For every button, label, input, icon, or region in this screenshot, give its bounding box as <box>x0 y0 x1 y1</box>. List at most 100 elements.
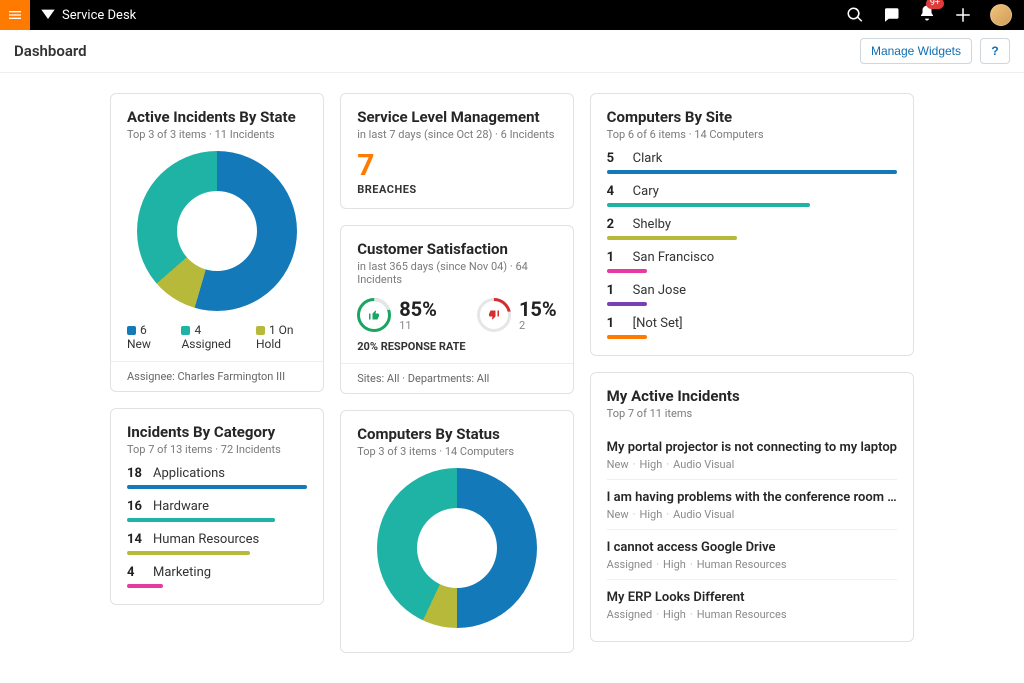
menu-button[interactable] <box>0 0 30 30</box>
card-active-incidents: Active Incidents By State Top 3 of 3 ite… <box>110 93 324 392</box>
incident-title: My portal projector is not connecting to… <box>607 440 897 455</box>
incident-meta: New·High·Audio Visual <box>607 458 897 471</box>
card-my-incidents: My Active Incidents Top 7 of 11 items My… <box>590 372 914 642</box>
card-computers-status: Computers By Status Top 3 of 3 items · 1… <box>340 410 573 653</box>
bar-row[interactable]: 1 [Not Set] <box>607 316 897 339</box>
bar-label: Shelby <box>633 217 671 232</box>
manage-widgets-button[interactable]: Manage Widgets <box>860 38 972 64</box>
donut-chart-incidents <box>137 151 297 311</box>
bar-row[interactable]: 5 Clark <box>607 151 897 174</box>
card-title: Active Incidents By State <box>127 108 307 126</box>
card-subtitle: Top 7 of 13 items · 72 Incidents <box>127 443 307 456</box>
csat-response-rate: 20% RESPONSE RATE <box>357 340 556 353</box>
bar-label: San Francisco <box>633 250 715 265</box>
card-title: My Active Incidents <box>607 387 897 405</box>
bar-label: Human Resources <box>153 532 259 547</box>
bar-row[interactable]: 4 Cary <box>607 184 897 207</box>
thumbs-down-icon <box>477 298 511 332</box>
bar-value: 1 <box>607 250 625 265</box>
brand: Service Desk <box>40 7 136 23</box>
card-subtitle: Top 3 of 3 items · 14 Computers <box>357 445 556 458</box>
incident-item[interactable]: I cannot access Google Drive Assigned·Hig… <box>607 530 897 580</box>
bar-row[interactable]: 1 San Jose <box>607 283 897 306</box>
add-icon[interactable] <box>954 6 972 24</box>
card-footer: Sites: All · Departments: All <box>341 363 572 393</box>
bar-label: Applications <box>153 466 225 481</box>
legend-item: 4 Assigned <box>181 323 238 351</box>
card-title: Computers By Status <box>357 425 556 443</box>
card-computers-site: Computers By Site Top 6 of 6 items · 14 … <box>590 93 914 356</box>
bar-label: Clark <box>633 151 663 166</box>
incident-meta: Assigned·High·Human Resources <box>607 608 897 621</box>
bar-fill <box>607 302 648 306</box>
csat-bad-pct: 15% <box>519 299 557 319</box>
bar-row[interactable]: 16 Hardware <box>127 499 307 522</box>
dashboard-grid: Active Incidents By State Top 3 of 3 ite… <box>0 73 1024 683</box>
hamburger-icon <box>7 7 23 23</box>
bar-value: 18 <box>127 466 145 481</box>
bar-row[interactable]: 4 Marketing <box>127 565 307 588</box>
bar-row[interactable]: 18 Applications <box>127 466 307 489</box>
csat-negative: 15% 2 <box>477 298 557 332</box>
csat-positive: 85% 11 <box>357 298 437 332</box>
thumbs-up-icon <box>357 298 391 332</box>
avatar[interactable] <box>990 4 1012 26</box>
breach-count: 7 <box>357 151 556 181</box>
bar-value: 2 <box>607 217 625 232</box>
card-subtitle: Top 3 of 3 items · 11 Incidents <box>127 128 307 141</box>
brand-icon <box>40 7 56 23</box>
bar-label: [Not Set] <box>633 316 683 331</box>
legend-item: 6 New <box>127 323 163 351</box>
bar-value: 4 <box>607 184 625 199</box>
bar-value: 5 <box>607 151 625 166</box>
bar-fill <box>127 551 250 555</box>
bar-fill <box>607 170 897 174</box>
bar-fill <box>127 584 163 588</box>
card-title: Computers By Site <box>607 108 897 126</box>
card-incidents-category: Incidents By Category Top 7 of 13 items … <box>110 408 324 605</box>
legend: 6 New 4 Assigned 1 On Hold <box>127 323 307 351</box>
card-subtitle: in last 365 days (since Nov 04) · 64 Inc… <box>357 260 556 286</box>
card-subtitle: Top 7 of 11 items <box>607 407 897 420</box>
card-footer: Assignee: Charles Farmington III <box>111 361 323 391</box>
incident-title: My ERP Looks Different <box>607 590 897 605</box>
chat-icon[interactable] <box>882 6 900 24</box>
brand-label: Service Desk <box>62 8 136 23</box>
bar-row[interactable]: 2 Shelby <box>607 217 897 240</box>
bar-label: San Jose <box>633 283 686 298</box>
card-title: Customer Satisfaction <box>357 240 556 258</box>
incident-meta: New·High·Audio Visual <box>607 508 897 521</box>
incident-item[interactable]: I am having problems with the conference… <box>607 480 897 530</box>
card-csat: Customer Satisfaction in last 365 days (… <box>340 225 573 394</box>
bar-label: Cary <box>633 184 659 199</box>
card-title: Service Level Management <box>357 108 556 126</box>
notifications-button[interactable]: 9+ <box>918 4 936 26</box>
bar-value: 16 <box>127 499 145 514</box>
topbar: Service Desk 9+ <box>0 0 1024 30</box>
incident-meta: Assigned·High·Human Resources <box>607 558 897 571</box>
donut-chart-computers <box>377 468 537 628</box>
bar-value: 1 <box>607 316 625 331</box>
bar-value: 1 <box>607 283 625 298</box>
incident-item[interactable]: My portal projector is not connecting to… <box>607 430 897 480</box>
csat-good-pct: 85% <box>399 299 437 319</box>
card-subtitle: Top 6 of 6 items · 14 Computers <box>607 128 897 141</box>
bar-label: Hardware <box>153 499 209 514</box>
help-button[interactable]: ? <box>980 38 1010 64</box>
page-title: Dashboard <box>14 42 87 60</box>
bar-row[interactable]: 14 Human Resources <box>127 532 307 555</box>
search-icon[interactable] <box>846 6 864 24</box>
bar-fill <box>127 518 275 522</box>
bar-label: Marketing <box>153 565 211 580</box>
bar-row[interactable]: 1 San Francisco <box>607 250 897 273</box>
incident-title: I am having problems with the conference… <box>607 490 897 505</box>
incident-item[interactable]: My ERP Looks Different Assigned·High·Huma… <box>607 580 897 629</box>
card-title: Incidents By Category <box>127 423 307 441</box>
bar-fill <box>127 485 307 489</box>
bar-value: 4 <box>127 565 145 580</box>
notification-badge: 9+ <box>926 0 944 9</box>
incident-title: I cannot access Google Drive <box>607 540 897 555</box>
bar-value: 14 <box>127 532 145 547</box>
subheader: Dashboard Manage Widgets ? <box>0 30 1024 73</box>
card-subtitle: in last 7 days (since Oct 28) · 6 Incide… <box>357 128 556 141</box>
